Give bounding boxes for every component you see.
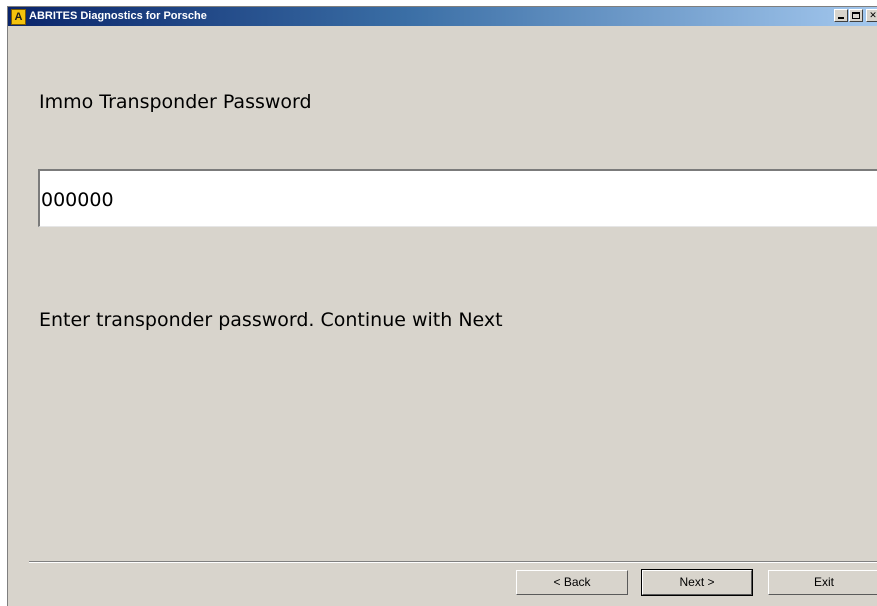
back-button[interactable]: < Back <box>516 570 628 595</box>
minimize-icon <box>838 17 844 19</box>
main-window: A ABRITES Diagnostics for Porsche ✕ Immo… <box>7 6 877 606</box>
next-button[interactable]: Next > <box>641 569 753 596</box>
title-bar[interactable]: A ABRITES Diagnostics for Porsche ✕ <box>8 7 877 26</box>
maximize-icon <box>852 12 860 19</box>
exit-button[interactable]: Exit <box>768 570 877 595</box>
minimize-button[interactable] <box>834 9 848 22</box>
close-button[interactable]: ✕ <box>866 9 877 22</box>
window-title: ABRITES Diagnostics for Porsche <box>29 10 207 22</box>
page-title: Immo Transponder Password <box>39 91 312 113</box>
footer-divider <box>29 561 877 563</box>
instruction-text: Enter transponder password. Continue wit… <box>39 309 503 331</box>
transponder-password-input[interactable] <box>38 169 877 227</box>
app-icon: A <box>11 9 26 25</box>
maximize-button[interactable] <box>849 9 863 22</box>
close-icon: ✕ <box>869 11 877 21</box>
